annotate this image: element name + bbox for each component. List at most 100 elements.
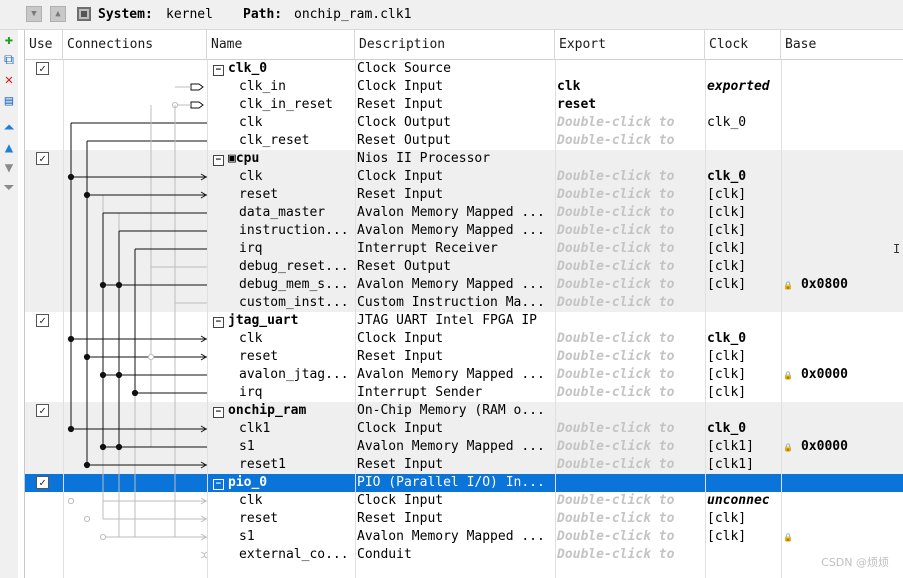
lock-icon[interactable]: 🔒 [783, 371, 793, 380]
add-icon[interactable]: ✚ [1, 32, 17, 48]
export-cell[interactable]: Double-click to [557, 276, 703, 294]
clock-cell[interactable]: clk_0 [707, 168, 779, 186]
move-bottom-icon[interactable]: ⏷ [1, 180, 17, 196]
export-cell[interactable]: Double-click to [557, 456, 703, 474]
clock-cell[interactable]: [clk] [707, 204, 779, 222]
clock-cell[interactable]: [clk] [707, 276, 779, 294]
clock-cell[interactable]: [clk] [707, 510, 779, 528]
base-cell[interactable] [783, 204, 903, 222]
name-cell[interactable]: debug_mem_s... [209, 276, 355, 294]
base-cell[interactable] [783, 456, 903, 474]
edit-icon[interactable]: ▤ [1, 93, 17, 109]
name-cell[interactable]: debug_reset... [209, 258, 355, 276]
clock-cell[interactable]: [clk] [707, 366, 779, 384]
clock-cell[interactable]: exported [707, 78, 779, 96]
export-cell[interactable]: Double-click to [557, 204, 703, 222]
add-connection-icon[interactable]: ⧉ [1, 52, 17, 68]
clock-cell[interactable] [707, 132, 779, 150]
export-cell[interactable]: Double-click to [557, 258, 703, 276]
collapse-icon[interactable]: − [213, 479, 224, 490]
name-cell[interactable]: external_co... [209, 546, 355, 564]
export-cell[interactable]: Double-click to [557, 438, 703, 456]
name-cell[interactable]: clk [209, 114, 355, 132]
base-cell[interactable] [783, 240, 903, 258]
export-cell[interactable]: Double-click to [557, 222, 703, 240]
base-cell[interactable] [783, 168, 903, 186]
base-cell[interactable] [783, 258, 903, 276]
export-cell[interactable]: Double-click to [557, 384, 703, 402]
column-header-connections[interactable]: Connections [63, 30, 207, 60]
base-cell[interactable] [783, 384, 903, 402]
use-checkbox[interactable]: ✓ [36, 62, 49, 75]
base-cell[interactable]: 🔒 0x0800 [783, 276, 903, 294]
export-cell[interactable]: Double-click to [557, 114, 703, 132]
name-cell[interactable]: clk_in_reset [209, 96, 355, 114]
clock-cell[interactable] [707, 60, 779, 78]
name-cell[interactable]: reset1 [209, 456, 355, 474]
base-cell[interactable]: 🔒 0x0000 [783, 366, 903, 384]
name-cell[interactable]: clk_in [209, 78, 355, 96]
name-cell[interactable]: reset [209, 510, 355, 528]
export-cell[interactable]: Double-click to [557, 348, 703, 366]
export-cell[interactable]: Double-click to [557, 186, 703, 204]
move-down-icon[interactable]: ▼ [1, 160, 17, 176]
clock-cell[interactable]: [clk] [707, 222, 779, 240]
clock-cell[interactable]: clk_0 [707, 114, 779, 132]
name-cell[interactable]: reset [209, 348, 355, 366]
export-cell[interactable]: clk [557, 78, 703, 96]
lock-icon[interactable]: 🔒 [783, 281, 793, 290]
name-cell[interactable]: clk [209, 330, 355, 348]
column-header-description[interactable]: Description [355, 30, 555, 60]
export-cell[interactable] [557, 312, 703, 330]
base-cell[interactable] [783, 114, 903, 132]
base-cell[interactable] [783, 402, 903, 420]
export-cell[interactable]: Double-click to [557, 168, 703, 186]
clock-cell[interactable]: [clk1] [707, 456, 779, 474]
export-cell[interactable]: Double-click to [557, 492, 703, 510]
name-cell[interactable]: s1 [209, 438, 355, 456]
clock-cell[interactable]: [clk] [707, 528, 779, 546]
base-cell[interactable] [783, 78, 903, 96]
base-cell[interactable] [783, 132, 903, 150]
export-cell[interactable]: Double-click to [557, 240, 703, 258]
lock-icon[interactable]: 🔒 [783, 533, 793, 542]
clock-cell[interactable] [707, 96, 779, 114]
export-cell[interactable]: Double-click to [557, 510, 703, 528]
export-cell[interactable] [557, 60, 703, 78]
clock-cell[interactable]: [clk1] [707, 438, 779, 456]
base-cell[interactable] [783, 420, 903, 438]
clock-cell[interactable]: [clk] [707, 384, 779, 402]
base-cell[interactable]: 🔒 0x0000 [783, 438, 903, 456]
name-cell[interactable]: clk1 [209, 420, 355, 438]
name-cell[interactable]: s1 [209, 528, 355, 546]
clock-cell[interactable]: clk_0 [707, 420, 779, 438]
name-cell[interactable]: clk_reset [209, 132, 355, 150]
column-header-name[interactable]: Name [207, 30, 355, 60]
name-cell[interactable]: irq [209, 240, 355, 258]
collapse-icon[interactable]: − [213, 317, 224, 328]
name-cell[interactable]: − ▣cpu [209, 150, 355, 168]
name-cell[interactable]: custom_inst... [209, 294, 355, 312]
name-cell[interactable]: − jtag_uart [209, 312, 355, 330]
base-cell[interactable] [783, 510, 903, 528]
base-cell[interactable] [783, 330, 903, 348]
collapse-icon[interactable]: − [213, 407, 224, 418]
base-cell[interactable] [783, 492, 903, 510]
base-cell[interactable] [783, 96, 903, 114]
remove-icon[interactable]: ✕ [1, 72, 17, 88]
collapse-icon[interactable]: − [213, 65, 224, 76]
clock-cell[interactable]: clk_0 [707, 330, 779, 348]
name-cell[interactable]: clk [209, 168, 355, 186]
clock-cell[interactable] [707, 402, 779, 420]
export-cell[interactable] [557, 474, 703, 492]
export-cell[interactable]: Double-click to [557, 420, 703, 438]
clock-cell[interactable] [707, 294, 779, 312]
collapse-all-icon[interactable]: ▼ [26, 6, 42, 22]
clock-cell[interactable]: [clk] [707, 186, 779, 204]
move-up-icon[interactable]: ▲ [1, 140, 17, 156]
export-cell[interactable]: Double-click to [557, 366, 703, 384]
base-cell[interactable] [783, 348, 903, 366]
use-checkbox[interactable]: ✓ [36, 314, 49, 327]
export-cell[interactable]: Double-click to [557, 294, 703, 312]
clock-cell[interactable] [707, 150, 779, 168]
